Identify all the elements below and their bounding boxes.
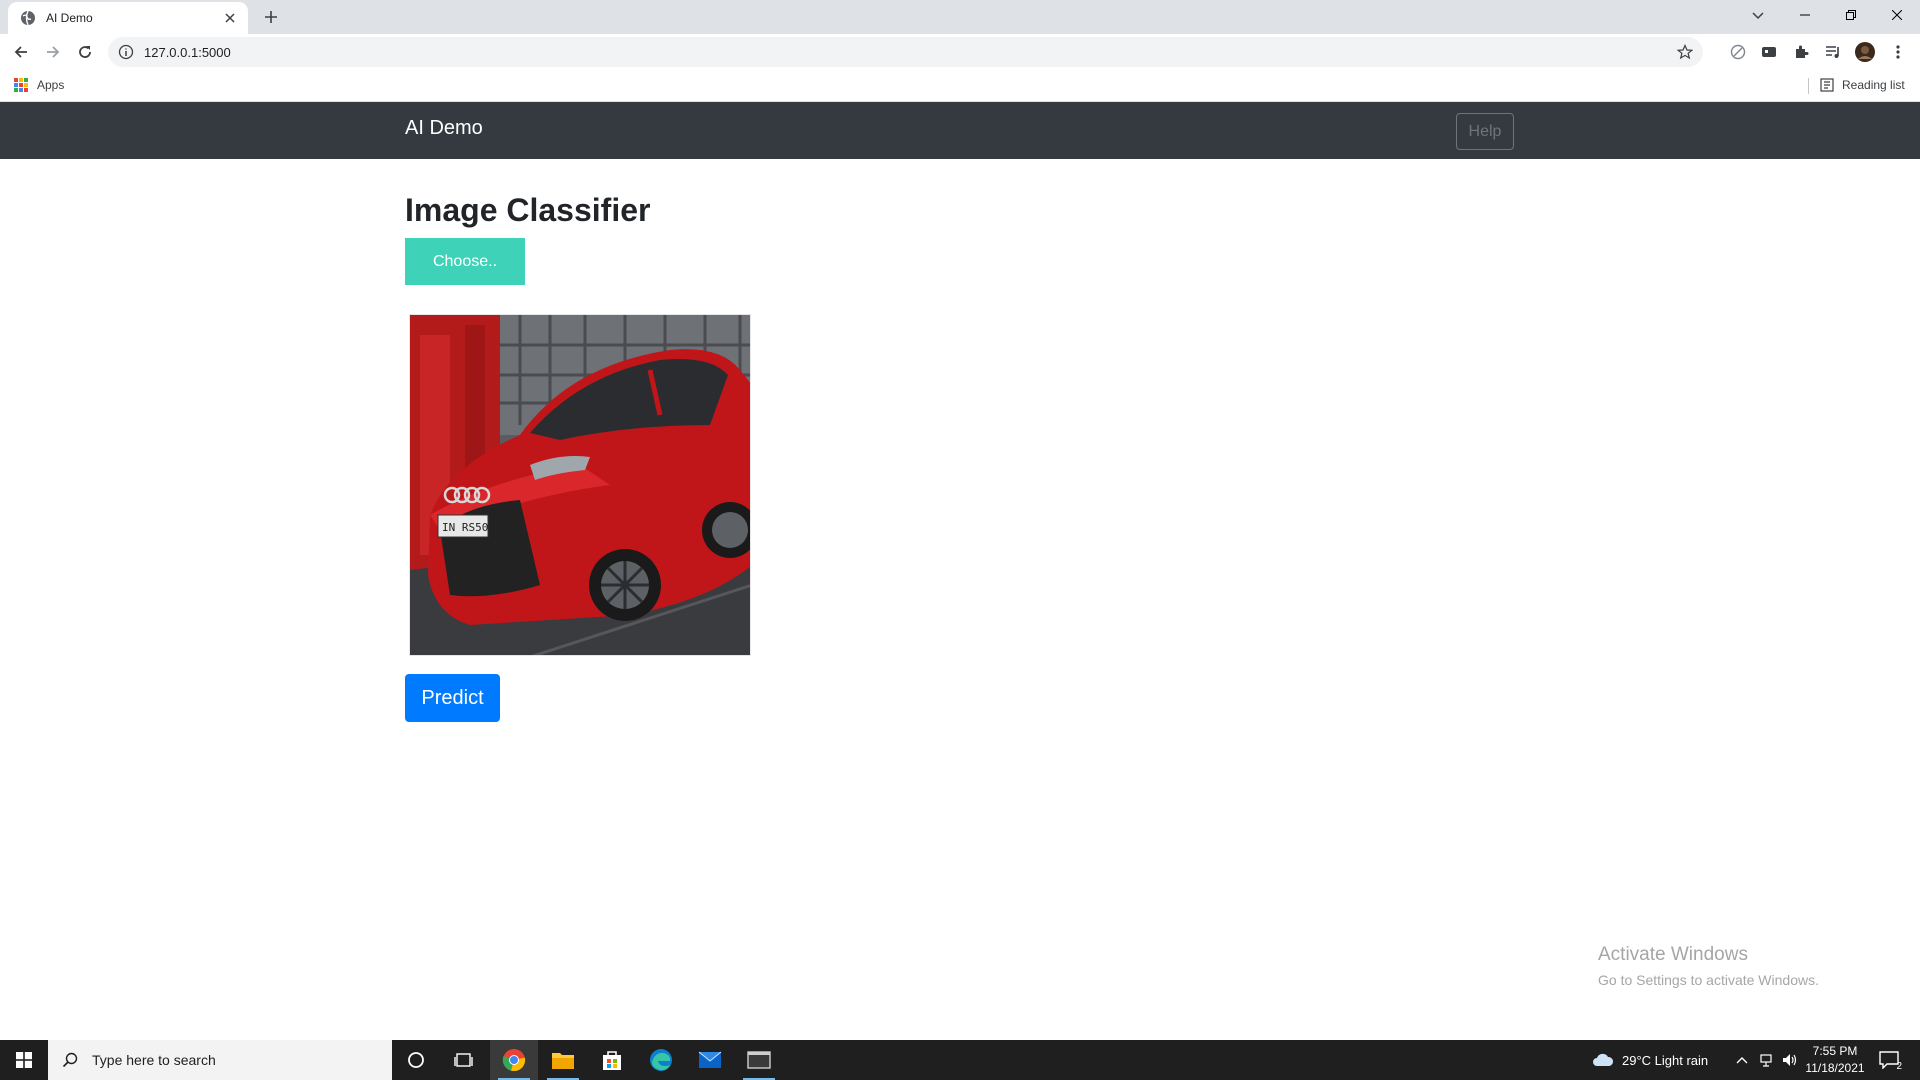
extension-icon[interactable] <box>1759 42 1779 62</box>
search-icon <box>62 1052 78 1068</box>
folder-icon[interactable] <box>539 1040 587 1080</box>
address-bar[interactable]: 127.0.0.1:5000 <box>108 37 1703 67</box>
extension-icon[interactable] <box>1728 42 1748 62</box>
tab-title: AI Demo <box>46 11 93 25</box>
taskbar: Type here to search 29°C Light rain 7:55… <box>0 1040 1920 1080</box>
image-preview: IN RS50 <box>409 314 751 656</box>
tab-strip: AI Demo <box>0 0 1920 34</box>
notification-count: 2 <box>1896 1061 1902 1072</box>
terminal-icon[interactable] <box>735 1040 783 1080</box>
volume-icon[interactable] <box>1782 1052 1798 1068</box>
watermark-title: Activate Windows <box>1598 944 1748 965</box>
minimize-icon[interactable] <box>1782 0 1828 30</box>
plus-icon[interactable] <box>260 6 282 28</box>
puzzle-icon[interactable] <box>1791 42 1811 62</box>
notification-icon[interactable]: 2 <box>1878 1050 1902 1072</box>
restore-icon[interactable] <box>1828 0 1874 30</box>
reload-icon[interactable] <box>73 40 97 64</box>
chevron-up-icon[interactable] <box>1734 1052 1750 1068</box>
choose-file-button[interactable]: Choose.. <box>405 238 525 285</box>
predict-button[interactable]: Predict <box>405 674 500 722</box>
reading-list-label: Reading list <box>1842 78 1905 92</box>
network-icon[interactable] <box>1758 1052 1774 1068</box>
activation-watermark: Activate Windows Go to Settings to activ… <box>1598 944 1819 988</box>
help-button[interactable]: Help <box>1456 113 1514 150</box>
edge-icon[interactable] <box>637 1040 685 1080</box>
media-icon[interactable] <box>1823 42 1843 62</box>
car-image: IN RS50 <box>410 315 750 655</box>
reading-list-icon <box>1820 78 1834 92</box>
close-icon[interactable] <box>222 10 238 26</box>
back-icon[interactable] <box>9 40 33 64</box>
clock-date: 11/18/2021 <box>1805 1061 1865 1075</box>
divider <box>1808 78 1809 94</box>
menu-icon[interactable] <box>1888 42 1908 62</box>
page-viewport: AI Demo Help Image Classifier Choose.. I… <box>0 102 1920 1040</box>
windows-icon[interactable] <box>0 1040 48 1080</box>
star-icon[interactable] <box>1677 44 1693 60</box>
task-view-icon[interactable] <box>440 1040 488 1080</box>
store-icon[interactable] <box>588 1040 636 1080</box>
site-navbar: AI Demo Help <box>0 102 1920 159</box>
avatar[interactable] <box>1855 42 1875 62</box>
clock-time: 7:55 PM <box>1812 1044 1858 1058</box>
apps-label: Apps <box>37 78 65 92</box>
url-text[interactable]: 127.0.0.1:5000 <box>144 45 231 60</box>
page-title: Image Classifier <box>405 192 651 228</box>
mail-icon[interactable] <box>686 1040 734 1080</box>
reading-list-button[interactable]: Reading list <box>1820 78 1905 92</box>
chrome-icon[interactable] <box>490 1040 538 1080</box>
taskbar-search[interactable]: Type here to search <box>48 1040 392 1080</box>
brand-link[interactable]: AI Demo <box>405 117 483 140</box>
info-icon[interactable] <box>118 44 134 60</box>
cloud-icon[interactable] <box>1592 1052 1614 1068</box>
clock[interactable]: 7:55 PM 11/18/2021 <box>1800 1043 1870 1077</box>
watermark-subtitle: Go to Settings to activate Windows. <box>1598 972 1819 988</box>
globe-icon <box>20 10 36 26</box>
window-controls <box>1782 0 1920 30</box>
forward-icon[interactable] <box>41 40 65 64</box>
weather-text[interactable]: 29°C Light rain <box>1622 1040 1708 1080</box>
svg-text:IN RS50: IN RS50 <box>442 521 488 534</box>
cortana-icon[interactable] <box>392 1040 440 1080</box>
apps-icon <box>14 78 28 92</box>
browser-toolbar: 127.0.0.1:5000 <box>0 34 1920 70</box>
close-window-icon[interactable] <box>1874 0 1920 30</box>
browser-tab[interactable]: AI Demo <box>8 2 248 34</box>
bookmarks-bar: Apps Reading list <box>0 70 1920 102</box>
bookmark-apps[interactable]: Apps <box>14 78 64 92</box>
chevron-down-icon[interactable] <box>1746 4 1770 28</box>
search-placeholder: Type here to search <box>92 1052 216 1068</box>
